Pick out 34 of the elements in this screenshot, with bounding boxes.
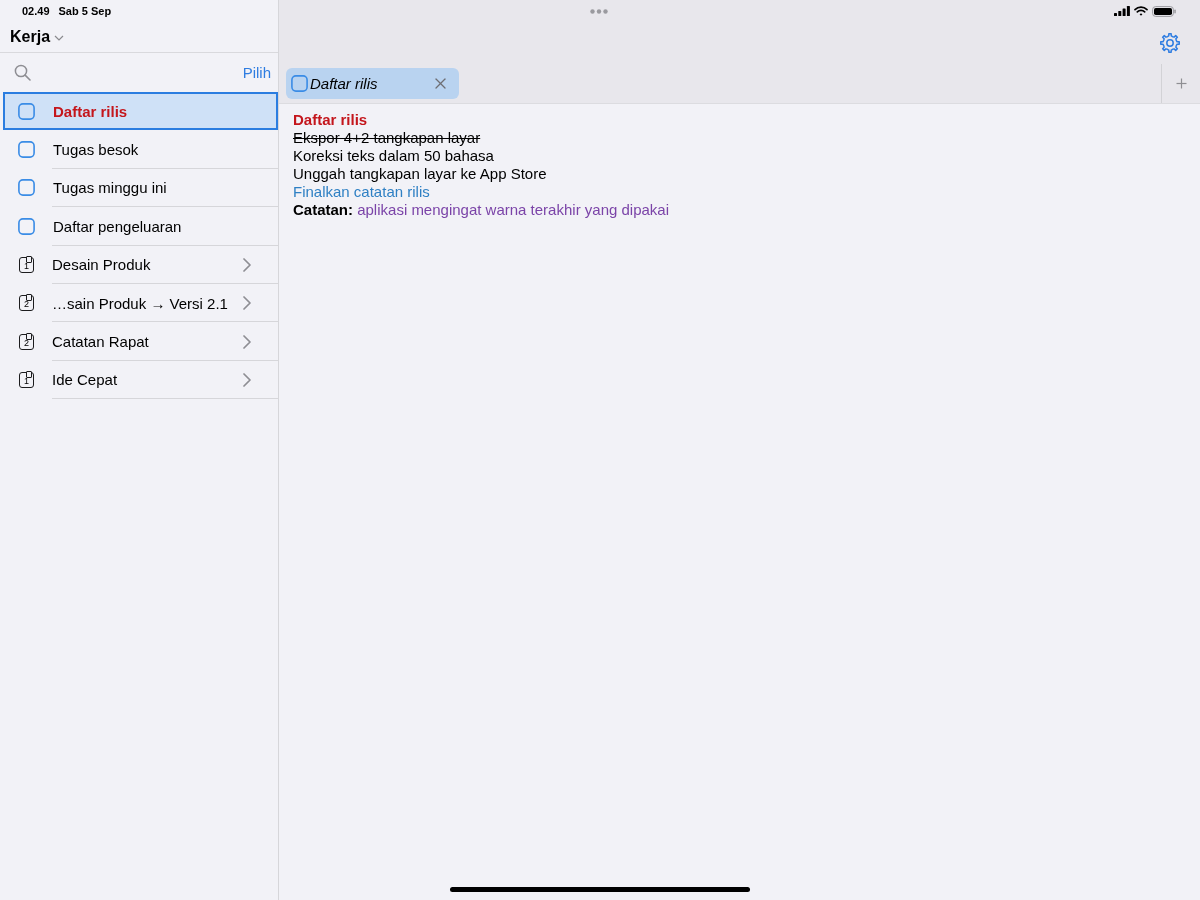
square-icon: [18, 217, 35, 235]
note-title: Daftar rilis: [293, 111, 368, 129]
document-count-badge: 2: [19, 295, 34, 312]
signal-icon: [1114, 6, 1130, 16]
note-text: Catatan: aplikasi mengingat warna terakhir yang dipakai: [293, 201, 670, 219]
square-icon: [18, 179, 35, 197]
document-count-badge: 1: [19, 256, 34, 273]
folder-menu-button[interactable]: Kerja: [10, 27, 65, 46]
sidebar-item[interactable]: Daftar rilis: [3, 92, 278, 131]
select-button[interactable]: Pilih: [242, 64, 271, 81]
chevron-right-icon: [243, 334, 251, 349]
battery-icon: [1152, 5, 1176, 17]
task-text: Koreksi teks dalam 50 bahasa: [293, 147, 494, 165]
task-text: Unggah tangkapan layar ke App Store: [293, 165, 547, 183]
plus-icon[interactable]: [1175, 78, 1187, 89]
chevron-right-icon: [243, 296, 251, 311]
editor-tab[interactable]: Daftar rilis: [286, 68, 459, 99]
multitasking-dots-icon[interactable]: [590, 8, 608, 14]
wifi-icon: [1134, 6, 1148, 16]
square-icon: [18, 141, 35, 159]
status-time: 02.49: [22, 4, 50, 17]
completed-task-text: Ekspor 4+2 tangkapan layar: [293, 129, 481, 147]
chevron-right-icon: [243, 372, 251, 387]
search-icon[interactable]: [14, 64, 31, 81]
close-icon[interactable]: [435, 78, 446, 89]
document-count-badge: 1: [19, 371, 34, 388]
status-date: Sab 5 Sep: [58, 4, 112, 17]
chevron-down-icon: [54, 34, 65, 41]
settings-icon[interactable]: [1160, 33, 1180, 53]
link-text[interactable]: Finalkan catatan rilis: [293, 183, 430, 201]
document-count-badge: 2: [19, 333, 34, 350]
square-icon: [291, 75, 308, 92]
chevron-right-icon: [243, 257, 251, 272]
square-icon: [18, 102, 35, 120]
